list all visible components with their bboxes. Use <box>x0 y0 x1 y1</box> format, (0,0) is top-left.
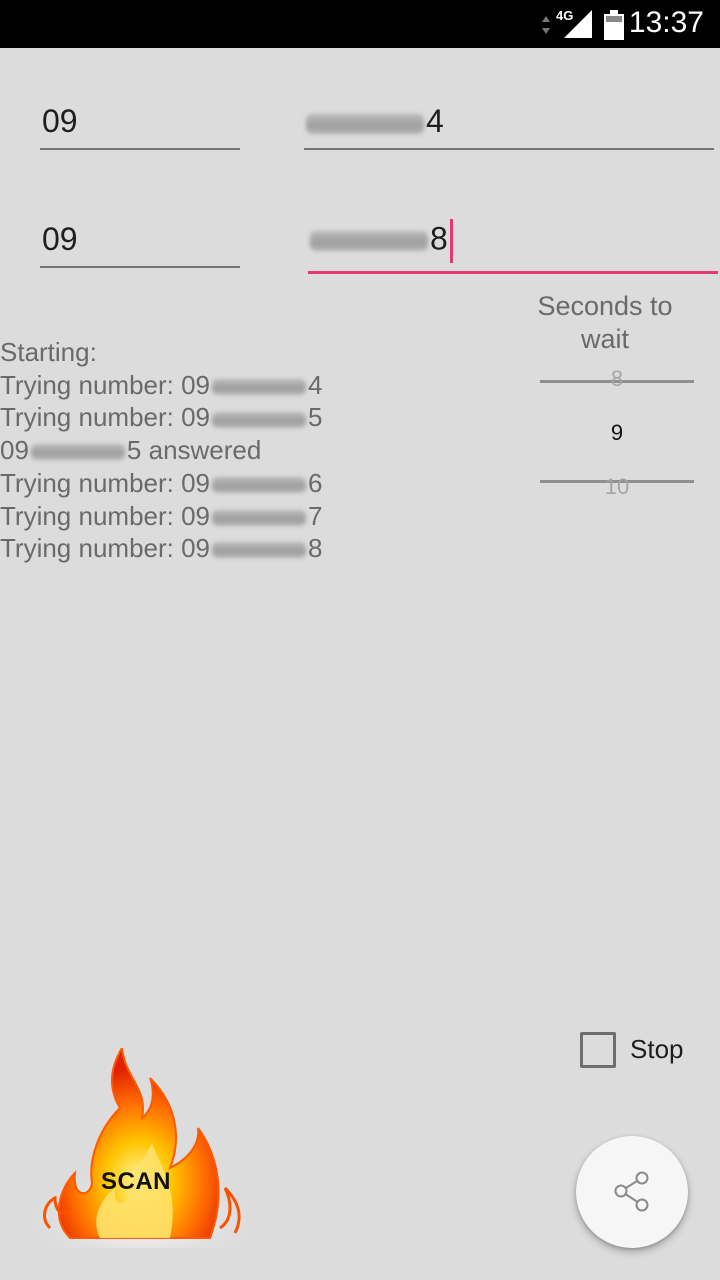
flame-icon <box>30 1044 256 1248</box>
start-prefix-input[interactable]: 09 <box>40 98 240 150</box>
stop-label: Stop <box>630 1034 684 1064</box>
wait-picker-label: Seconds to wait <box>537 291 673 354</box>
log-line: Starting: <box>0 337 97 367</box>
log-line: Trying number: 09 8 <box>0 533 323 564</box>
picker-prev-value[interactable]: 8 <box>540 366 694 392</box>
picker-next-value[interactable]: 10 <box>540 474 694 500</box>
log-line: Trying number: 09 5 <box>0 402 323 433</box>
end-number-input[interactable]: 8 <box>308 218 718 274</box>
signal-icon <box>564 10 592 38</box>
clock: 13:37 <box>628 6 704 39</box>
share-icon <box>614 1171 649 1212</box>
redacted-digits <box>212 476 307 493</box>
end-prefix-input[interactable]: 09 <box>40 216 240 268</box>
start-number-input[interactable]: 4 <box>304 98 714 150</box>
redacted-digits <box>212 411 307 428</box>
battery-icon <box>604 10 624 40</box>
checkbox-box[interactable] <box>580 1032 616 1068</box>
log-line: Trying number: 09 6 <box>0 467 323 498</box>
redacted-digits <box>306 113 424 134</box>
log-line: Trying number: 09 7 <box>0 500 323 531</box>
scan-label: SCAN <box>100 1168 171 1195</box>
end-number-suffix: 8 <box>430 220 448 257</box>
redacted-digits <box>212 542 307 559</box>
log-line: Trying number: 09 4 <box>0 369 323 400</box>
start-prefix-value: 09 <box>42 103 78 139</box>
seconds-number-picker[interactable]: 8 9 10 <box>540 360 694 500</box>
log-line: 09 5 answered <box>0 435 262 466</box>
end-prefix-value: 09 <box>42 221 78 257</box>
redacted-digits <box>30 444 125 461</box>
status-bar: 4G 13:37 <box>0 0 720 48</box>
redacted-digits <box>310 231 428 251</box>
data-activity-icon <box>542 16 550 34</box>
scan-button[interactable]: SCAN <box>30 1044 256 1248</box>
text-cursor <box>449 219 453 263</box>
redacted-digits <box>212 378 307 395</box>
scan-log: Starting: Trying number: 09 4 Trying numb… <box>0 336 440 565</box>
share-button[interactable] <box>576 1136 688 1248</box>
picker-current-value[interactable]: 9 <box>540 420 694 446</box>
redacted-digits <box>212 509 307 526</box>
start-number-suffix: 4 <box>426 103 444 139</box>
